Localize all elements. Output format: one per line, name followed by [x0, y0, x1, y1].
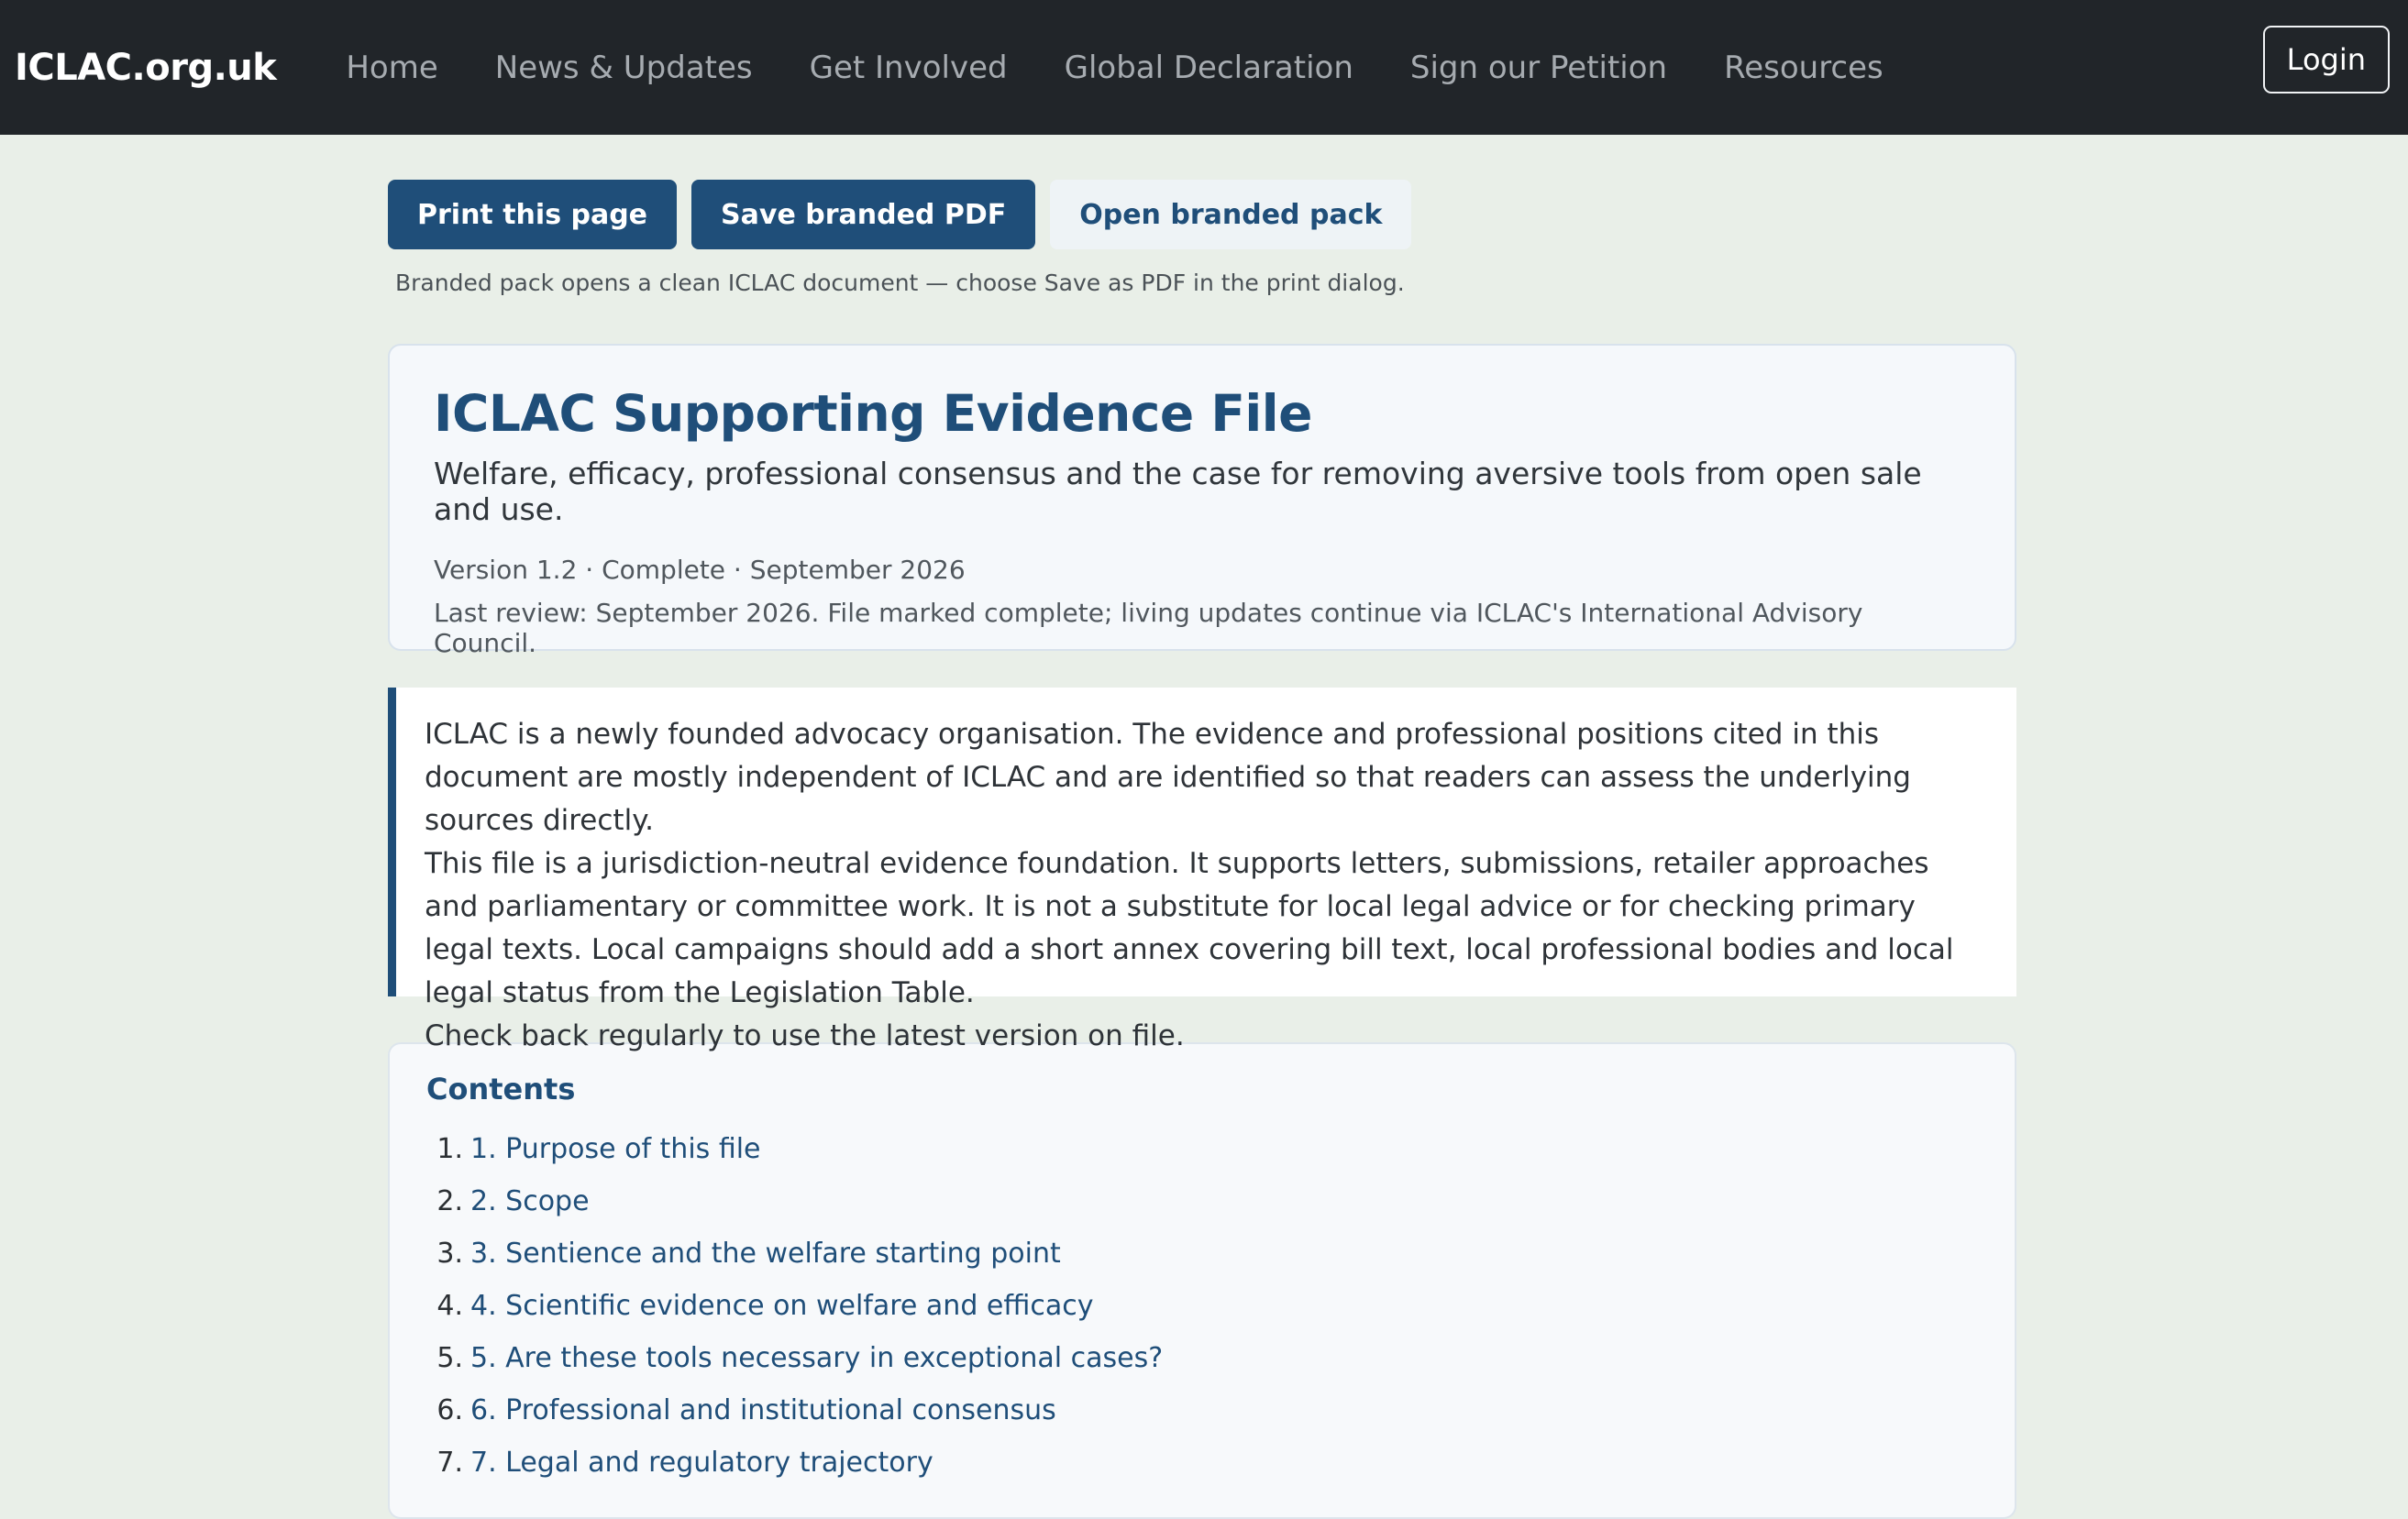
list-item: 2. 2. Scope — [426, 1175, 1978, 1227]
toc-link-exceptional-cases[interactable]: 5. Are these tools necessary in exceptio… — [470, 1342, 1163, 1374]
nav-link-resources[interactable]: Resources — [1724, 50, 1883, 86]
toc-link-scientific-evidence[interactable]: 4. Scientific evidence on welfare and ef… — [470, 1290, 1093, 1322]
contents-heading: Contents — [426, 1072, 576, 1106]
top-navbar: ICLAC.org.uk Home News & Updates Get Inv… — [0, 0, 2408, 135]
nav-link-sign-petition[interactable]: Sign our Petition — [1410, 50, 1667, 86]
contents-list: 1. 1. Purpose of this file 2. 2. Scope 3… — [426, 1123, 1978, 1489]
item-number: 7. — [436, 1447, 463, 1479]
site-brand[interactable]: ICLAC.org.uk — [15, 47, 277, 89]
list-item: 7. 7. Legal and regulatory trajectory — [426, 1436, 1978, 1489]
main-content: Print this page Save branded PDF Open br… — [388, 135, 2016, 1519]
item-number: 4. — [436, 1290, 463, 1322]
notice-paragraph: This file is a jurisdiction-neutral evid… — [425, 847, 1954, 1009]
toc-link-purpose[interactable]: 1. Purpose of this file — [470, 1133, 761, 1165]
page-title: ICLAC Supporting Evidence File — [434, 384, 1312, 443]
disclaimer-notice: ICLAC is a newly founded advocacy organi… — [388, 688, 2016, 1052]
list-item: 4. 4. Scientific evidence on welfare and… — [426, 1280, 1978, 1332]
nav-link-home[interactable]: Home — [346, 50, 437, 86]
item-number: 5. — [436, 1342, 463, 1374]
item-number: 3. — [436, 1238, 463, 1270]
nav-link-news-updates[interactable]: News & Updates — [495, 50, 753, 86]
open-branded-pack-button[interactable]: Open branded pack — [1050, 180, 1412, 249]
list-item: 3. 3. Sentience and the welfare starting… — [426, 1227, 1978, 1280]
document-header-card: ICLAC Supporting Evidence File Welfare, … — [388, 344, 2016, 658]
save-branded-pdf-button[interactable]: Save branded PDF — [691, 180, 1036, 249]
list-item: 1. 1. Purpose of this file — [426, 1123, 1978, 1175]
nav-links: Home News & Updates Get Involved Global … — [317, 50, 1911, 86]
action-toolbar: Print this page Save branded PDF Open br… — [388, 180, 2016, 249]
item-number: 6. — [436, 1394, 463, 1426]
item-number: 1. — [436, 1133, 463, 1165]
nav-link-get-involved[interactable]: Get Involved — [810, 50, 1008, 86]
toc-link-legal-trajectory[interactable]: 7. Legal and regulatory trajectory — [470, 1447, 933, 1479]
review-info: Last review: September 2026. File marked… — [434, 598, 1863, 658]
toc-link-consensus[interactable]: 6. Professional and institutional consen… — [470, 1394, 1056, 1426]
nav-link-global-declaration[interactable]: Global Declaration — [1065, 50, 1353, 86]
list-item: 6. 6. Professional and institutional con… — [426, 1384, 1978, 1436]
toc-link-sentience[interactable]: 3. Sentience and the welfare starting po… — [470, 1238, 1061, 1270]
version-info: Version 1.2 · Complete · September 2026 — [434, 555, 966, 585]
login-button[interactable]: Login — [2262, 26, 2390, 94]
list-item: 5. 5. Are these tools necessary in excep… — [426, 1332, 1978, 1384]
toolbar-note: Branded pack opens a clean ICLAC documen… — [395, 270, 1405, 296]
table-of-contents: Contents 1. 1. Purpose of this file 2. 2… — [388, 1042, 2016, 1519]
notice-paragraph: ICLAC is a newly founded advocacy organi… — [425, 718, 1911, 837]
toc-link-scope[interactable]: 2. Scope — [470, 1185, 590, 1217]
print-page-button[interactable]: Print this page — [388, 180, 678, 249]
item-number: 2. — [436, 1185, 463, 1217]
page-subtitle: Welfare, efficacy, professional consensu… — [434, 456, 1922, 527]
